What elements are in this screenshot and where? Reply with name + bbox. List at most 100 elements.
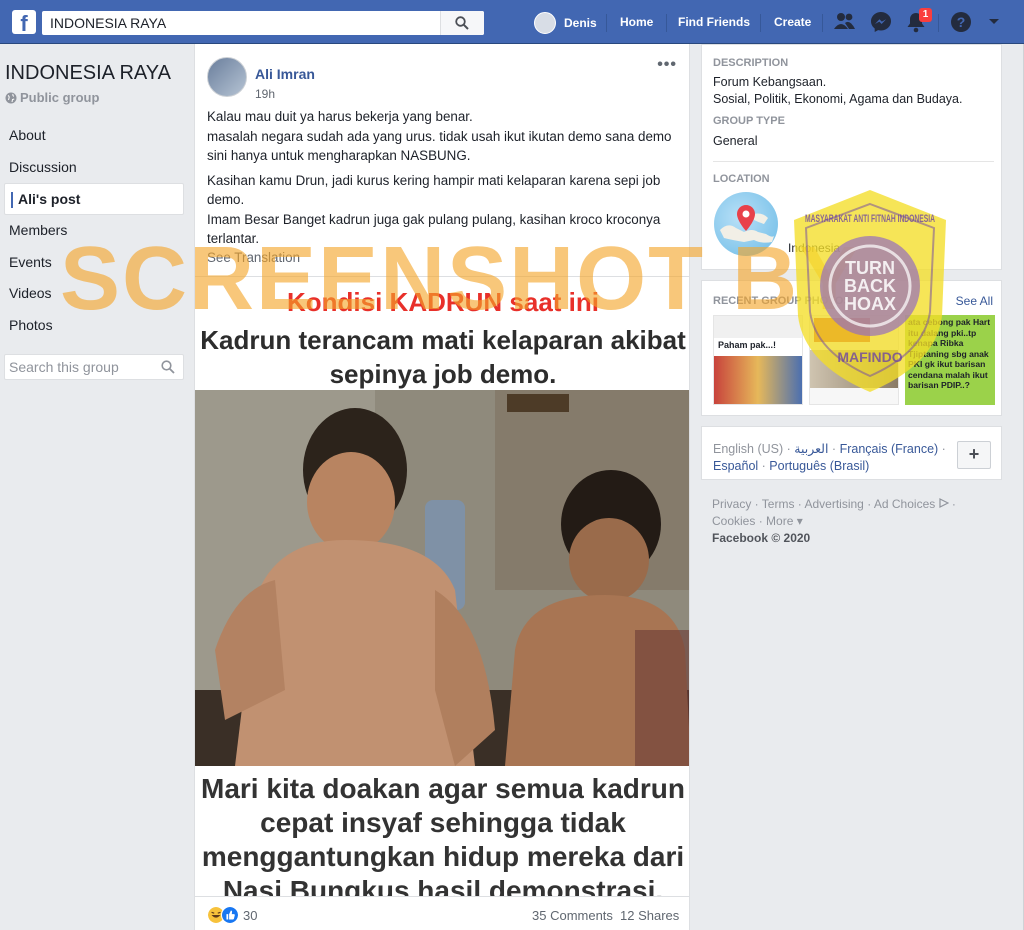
add-language-button[interactable]: + bbox=[957, 441, 991, 469]
globe-icon bbox=[5, 92, 17, 103]
meme-subtitle: Kadrun terancam mati kelaparan akibat se… bbox=[200, 325, 686, 389]
nav-divider bbox=[760, 14, 761, 32]
location-map[interactable] bbox=[714, 192, 778, 256]
meme-caption: Mari kita doakan agar semua kadrun cepat… bbox=[201, 773, 685, 896]
post-footer: 30 35 Comments 12 Shares bbox=[195, 896, 689, 930]
language-footer: English (US) · العربية · Français (Franc… bbox=[701, 426, 1002, 558]
top-navigation-bar: f Denis Home Find Friends Create 1 ? bbox=[0, 0, 1024, 44]
svg-text:?: ? bbox=[957, 14, 966, 30]
group-description: Forum Kebangsaan. Sosial, Politik, Ekono… bbox=[713, 75, 963, 106]
thumbnail-text-line: itu dalang pki..tp bbox=[908, 327, 977, 338]
more-link[interactable]: More bbox=[766, 514, 793, 528]
chevron-down-icon[interactable] bbox=[988, 18, 1000, 26]
meme-header: Kondisi KADRUN saat ini Kadrun terancam … bbox=[195, 276, 689, 390]
like-reaction-icon bbox=[221, 906, 239, 924]
see-translation-link[interactable]: See Translation bbox=[207, 250, 300, 265]
photo-thumbnail[interactable]: ata cebong pak Hart itu dalang pki..tp k… bbox=[905, 315, 995, 405]
friend-requests-icon[interactable] bbox=[834, 11, 856, 31]
cookies-link[interactable]: Cookies bbox=[712, 514, 755, 528]
thumbnail-text-line: kenapa Ribka bbox=[908, 338, 964, 348]
language-list: English (US) · العربية · Français (Franc… bbox=[713, 442, 946, 473]
thumbnail-text-line: cendana malah ikut bbox=[908, 369, 988, 380]
global-search-input[interactable] bbox=[42, 11, 442, 35]
ad-choices-link[interactable]: Ad Choices bbox=[874, 497, 935, 511]
notification-badge: 1 bbox=[919, 8, 932, 22]
comments-link[interactable]: 35 Comments bbox=[532, 908, 613, 923]
language-arabic[interactable]: العربية bbox=[794, 442, 828, 456]
group-type-value: General bbox=[713, 134, 758, 148]
advertising-link[interactable]: Advertising bbox=[804, 497, 863, 511]
thumbnail-text-line: ata cebong pak Hart bbox=[908, 317, 991, 327]
nav-divider bbox=[606, 14, 607, 32]
post-body: Kalau mau duit ya harus bekerja yang ben… bbox=[207, 107, 681, 254]
language-selector: English (US) · العربية · Français (Franc… bbox=[701, 426, 1002, 480]
create-link[interactable]: Create bbox=[774, 15, 811, 29]
group-title[interactable]: INDONESIA RAYA bbox=[5, 62, 171, 85]
photo-thumbnail[interactable]: Paham pak...! bbox=[713, 315, 803, 405]
photo-thumbnail[interactable] bbox=[809, 315, 899, 405]
global-search bbox=[42, 11, 484, 35]
language-french[interactable]: Français (France) bbox=[840, 442, 939, 456]
thumbnail-text-line: barisan PDIP..? bbox=[908, 380, 970, 390]
about-card: DESCRIPTION Forum Kebangsaan. Sosial, Po… bbox=[701, 44, 1002, 270]
group-privacy: Public group bbox=[5, 90, 99, 105]
nav-photos[interactable]: Photos bbox=[4, 310, 184, 342]
post-paragraph: Kalau mau duit ya harus bekerja yang ben… bbox=[207, 109, 672, 163]
group-search bbox=[4, 354, 184, 380]
nav-divider bbox=[822, 14, 823, 32]
language-portuguese[interactable]: Português (Brasil) bbox=[769, 459, 869, 473]
photo-illustration bbox=[195, 390, 689, 766]
nav-divider bbox=[666, 14, 667, 32]
group-type-heading: GROUP TYPE bbox=[713, 115, 785, 127]
location-name[interactable]: Indonesia bbox=[788, 241, 840, 255]
post-photo[interactable] bbox=[195, 390, 689, 766]
recent-photos-heading: RECENT GROUP PHOTOS bbox=[713, 295, 851, 307]
language-spanish[interactable]: Español bbox=[713, 459, 758, 473]
nav-discussion[interactable]: Discussion bbox=[4, 152, 184, 184]
facebook-logo[interactable]: f bbox=[12, 10, 36, 34]
group-privacy-label: Public group bbox=[20, 90, 100, 105]
home-link[interactable]: Home bbox=[620, 15, 653, 29]
post-timestamp[interactable]: 19h bbox=[255, 87, 275, 101]
author-avatar[interactable] bbox=[207, 57, 247, 97]
reaction-count: 30 bbox=[243, 907, 258, 923]
meme-footer: Mari kita doakan agar semua kadrun cepat… bbox=[195, 766, 689, 896]
search-icon[interactable] bbox=[161, 360, 175, 374]
description-heading: DESCRIPTION bbox=[713, 57, 789, 69]
group-nav: About Discussion Ali's post Members Even… bbox=[4, 120, 184, 342]
meme-title: Kondisi KADRUN saat ini bbox=[286, 287, 600, 317]
caret-down-icon: ▾ bbox=[796, 514, 803, 528]
thumbnail-text-line: PKI gk ikut barisan bbox=[908, 359, 986, 369]
find-friends-link[interactable]: Find Friends bbox=[678, 15, 750, 29]
terms-link[interactable]: Terms bbox=[762, 497, 795, 511]
nav-alis-post[interactable]: Ali's post bbox=[4, 183, 184, 216]
reactions-summary[interactable]: 30 bbox=[207, 906, 257, 924]
profile-name: Denis bbox=[564, 16, 597, 30]
messenger-icon[interactable] bbox=[870, 11, 892, 33]
help-icon[interactable]: ? bbox=[950, 11, 972, 33]
nav-about[interactable]: About bbox=[4, 120, 184, 152]
nav-videos[interactable]: Videos bbox=[4, 278, 184, 310]
location-heading: LOCATION bbox=[713, 173, 770, 185]
post-card: Ali Imran 19h ••• Kalau mau duit ya haru… bbox=[194, 44, 690, 930]
privacy-link[interactable]: Privacy bbox=[712, 497, 751, 511]
thumbnail-caption: Paham pak...! bbox=[718, 340, 777, 350]
search-icon bbox=[455, 16, 469, 30]
shares-link[interactable]: 12 Shares bbox=[620, 908, 679, 923]
author-name[interactable]: Ali Imran bbox=[255, 66, 315, 82]
group-sidebar: INDONESIA RAYA Public group About Discus… bbox=[0, 44, 192, 930]
ad-choices-icon bbox=[938, 498, 949, 508]
divider bbox=[713, 161, 994, 162]
location-pin-icon bbox=[737, 205, 755, 231]
nav-events[interactable]: Events bbox=[4, 247, 184, 279]
post-options-icon[interactable]: ••• bbox=[657, 56, 677, 74]
see-all-link[interactable]: See All bbox=[956, 294, 993, 308]
profile-link[interactable]: Denis bbox=[534, 12, 597, 34]
search-button[interactable] bbox=[440, 11, 484, 35]
language-current: English (US) bbox=[713, 442, 784, 456]
group-search-input[interactable] bbox=[5, 355, 155, 379]
nav-divider bbox=[938, 14, 939, 32]
nav-members[interactable]: Members bbox=[4, 215, 184, 247]
thumbnail-text-line: Tjiptaning sbg anak bbox=[908, 348, 989, 359]
avatar bbox=[534, 12, 556, 34]
